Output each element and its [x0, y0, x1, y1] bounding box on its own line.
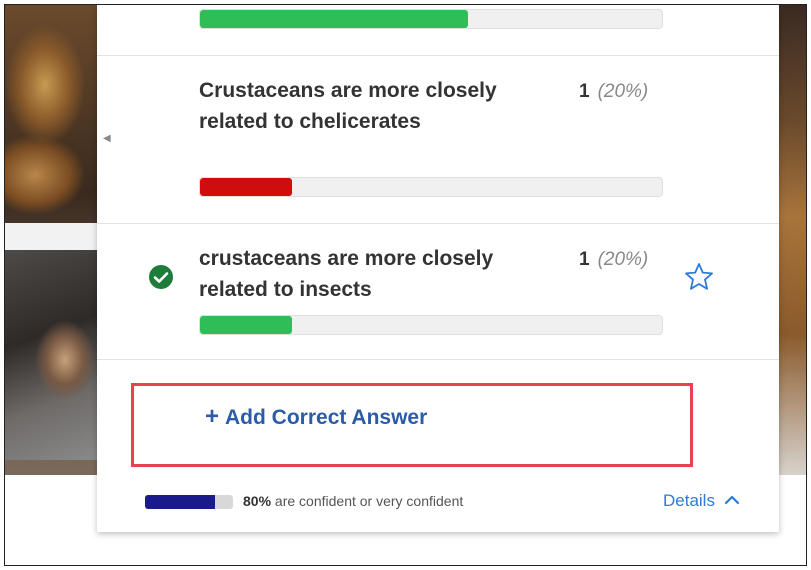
vote-count: 1 — [579, 249, 590, 270]
chevron-up-icon — [724, 495, 739, 505]
answer-bar-fill — [200, 316, 293, 334]
answer-count: 1 (20%) — [579, 249, 648, 271]
chevron-left-icon[interactable]: ◀ — [103, 133, 111, 144]
vote-percent: (20%) — [597, 81, 649, 102]
answer-bar-fill — [200, 10, 468, 28]
answer-text: crustaceans are more closely related to … — [199, 247, 494, 301]
plus-icon: + — [205, 403, 220, 430]
check-circle-icon — [149, 265, 173, 289]
confidence-percent: 80% — [243, 493, 272, 509]
answer-bar-track — [199, 315, 663, 335]
confidence-description: are confident or very confident — [271, 493, 464, 509]
answer-bar-track — [199, 9, 663, 29]
add-correct-answer-button[interactable]: + Add Correct Answer — [205, 403, 427, 431]
answer-row — [97, 5, 779, 56]
add-correct-answer-label: Add Correct Answer — [225, 406, 428, 429]
screenshot-frame: Crustaceans are more closely related to … — [4, 4, 807, 566]
answer-row: Crustaceans are more closely related to … — [97, 55, 779, 224]
answer-bar-fill — [200, 178, 293, 196]
answer-text: Crustaceans are more closely related to … — [199, 79, 497, 133]
confidence-bar — [145, 495, 233, 509]
confidence-text: 80% are confident or very confident — [243, 493, 463, 509]
answer-count: 1 (20%) — [579, 81, 648, 103]
background-divider — [5, 223, 101, 251]
vote-count: 1 — [579, 81, 590, 102]
confidence-bar-fill — [145, 495, 216, 509]
answer-bar-track — [199, 177, 663, 197]
background-image-left — [5, 5, 101, 475]
background-image-lower — [5, 250, 101, 460]
vote-percent: (20%) — [597, 249, 649, 270]
details-toggle[interactable]: Details — [663, 491, 740, 511]
answer-row: crustaceans are more closely related to … — [97, 223, 779, 360]
star-outline-icon[interactable] — [683, 261, 715, 293]
details-label: Details — [663, 491, 715, 510]
